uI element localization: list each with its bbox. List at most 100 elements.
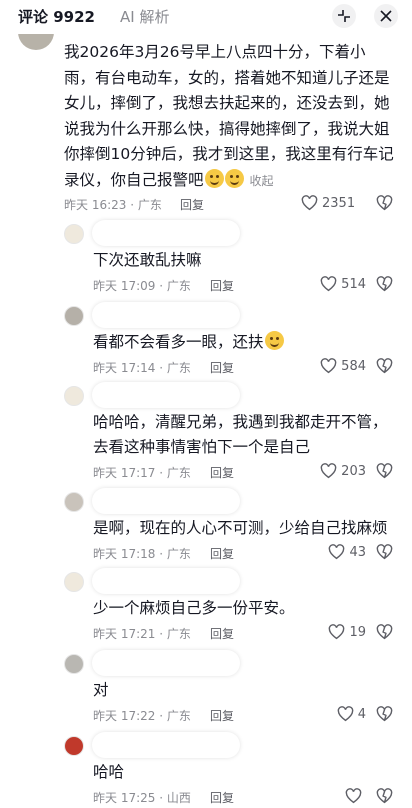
reply-button[interactable]: 回复 <box>210 707 234 724</box>
reply-text: 是啊，现在的人心不可测，少给自己找麻烦 <box>93 516 398 541</box>
emoji-icon <box>264 331 284 350</box>
reply-button[interactable]: 回复 <box>210 545 234 562</box>
dislike-heart-icon <box>376 463 393 479</box>
like-button[interactable]: 43 <box>328 544 366 560</box>
avatar[interactable] <box>64 386 84 406</box>
like-button[interactable]: 19 <box>328 624 366 640</box>
dislike-heart-icon <box>376 358 393 374</box>
reply-button[interactable]: 回复 <box>210 625 234 642</box>
heart-icon <box>337 706 354 722</box>
reply-meta: 昨天 17:18 · 广东 回复 <box>93 545 293 563</box>
reply-time: 昨天 17:09 · 广东 <box>93 279 191 293</box>
username-bubble[interactable] <box>92 650 240 676</box>
reply-text: 对 <box>93 678 398 703</box>
like-count: 203 <box>341 463 366 479</box>
like-count: 2351 <box>322 195 356 211</box>
reply-body: 对 <box>93 681 109 699</box>
like-button[interactable]: 584 <box>320 358 366 374</box>
avatar[interactable] <box>64 654 84 674</box>
avatar[interactable] <box>64 492 84 512</box>
username-bubble[interactable] <box>92 488 240 514</box>
like-button[interactable]: 4 <box>337 706 366 722</box>
like-button[interactable]: 203 <box>320 463 366 479</box>
dislike-heart-icon <box>376 544 393 560</box>
heart-icon <box>329 544 345 560</box>
dislike-button[interactable] <box>376 195 393 215</box>
reply-time: 昨天 17:17 · 广东 <box>93 466 191 480</box>
avatar[interactable] <box>64 736 84 756</box>
reply-text: 看都不会看多一眼，还扶 <box>93 330 398 355</box>
like-button[interactable]: 2351 <box>301 195 355 211</box>
username-bubble[interactable] <box>92 302 240 328</box>
reply-body: 少一个麻烦自己多一份平安。 <box>93 599 295 617</box>
dislike-button[interactable] <box>376 624 393 644</box>
reply-body: 下次还敢乱扶嘛 <box>93 251 202 269</box>
collapse-icon <box>338 10 350 22</box>
like-button[interactable] <box>345 788 366 804</box>
reply-meta: 昨天 17:09 · 广东 回复 <box>93 277 293 295</box>
like-count: 43 <box>349 544 366 560</box>
reply-text: 下次还敢乱扶嘛 <box>93 248 398 273</box>
tab-comments[interactable]: 评论 9922 <box>18 6 95 27</box>
reply-body: 看都不会看多一眼，还扶 <box>93 333 264 351</box>
heart-icon <box>320 463 337 479</box>
username-bubble[interactable] <box>92 568 240 594</box>
reply-button[interactable]: 回复 <box>210 464 234 481</box>
like-count: 4 <box>357 706 366 722</box>
reply-text: 哈哈哈，清醒兄弟，我遇到我都走开不管，去看这种事情害怕下一个是自己 <box>93 410 398 460</box>
reply-meta: 昨天 17:25 · 山西 回复 <box>93 789 293 807</box>
emoji-icon <box>224 168 244 188</box>
like-count: 19 <box>349 624 366 640</box>
reply-button[interactable]: 回复 <box>210 277 234 294</box>
reply-body: 哈哈哈，清醒兄弟，我遇到我都走开不管，去看这种事情害怕下一个是自己 <box>93 413 388 456</box>
reply-button[interactable]: 回复 <box>210 359 234 376</box>
avatar[interactable] <box>64 224 84 244</box>
comment-panel-header: 评论 9922 AI 解析 <box>0 0 412 34</box>
fold-link[interactable]: 收起 <box>250 174 274 188</box>
username-bubble[interactable] <box>92 220 240 246</box>
dislike-button[interactable] <box>376 544 393 564</box>
reply-button[interactable]: 回复 <box>210 789 234 806</box>
dislike-button[interactable] <box>376 463 393 483</box>
heart-icon <box>320 276 337 292</box>
tab-ai-analysis[interactable]: AI 解析 <box>120 6 169 27</box>
reply-meta: 昨天 17:14 · 广东 回复 <box>93 359 293 377</box>
username-bubble[interactable] <box>92 732 240 758</box>
like-count: 584 <box>341 358 366 374</box>
dislike-heart-icon <box>376 706 393 722</box>
reply-time: 昨天 17:25 · 山西 <box>93 791 191 805</box>
comment-time: 昨天 16:23 · 广东 <box>64 198 162 212</box>
emoji-icon <box>204 168 224 188</box>
reply-time: 昨天 17:18 · 广东 <box>93 547 191 561</box>
like-count: 514 <box>341 276 366 292</box>
dislike-button[interactable] <box>376 788 393 808</box>
like-button[interactable]: 514 <box>320 276 366 292</box>
heart-icon <box>301 195 318 211</box>
reply-body: 哈哈 <box>93 763 125 781</box>
reply-meta: 昨天 17:22 · 广东 回复 <box>93 707 293 725</box>
heart-icon <box>329 624 345 640</box>
dislike-button[interactable] <box>376 276 393 296</box>
reply-time: 昨天 17:22 · 广东 <box>93 709 191 723</box>
username-bubble[interactable] <box>92 382 240 408</box>
reply-meta: 昨天 17:21 · 广东 回复 <box>93 625 293 643</box>
avatar[interactable] <box>64 306 84 326</box>
reply-time: 昨天 17:14 · 广东 <box>93 361 191 375</box>
close-icon <box>380 10 392 22</box>
dislike-heart-icon <box>376 276 393 292</box>
reply-button[interactable]: 回复 <box>180 196 204 213</box>
heart-icon <box>320 358 337 374</box>
reply-body: 是啊，现在的人心不可测，少给自己找麻烦 <box>93 519 388 537</box>
dislike-button[interactable] <box>376 706 393 726</box>
dislike-heart-icon <box>376 624 393 640</box>
dislike-heart-icon <box>376 788 393 804</box>
comment-body: 我2026年3月26号早上八点四十分，下着小雨，有台电动车，女的，搭着她不知道儿… <box>64 43 394 189</box>
collapse-button[interactable] <box>332 4 356 28</box>
comment-text: 我2026年3月26号早上八点四十分，下着小雨，有台电动车，女的，搭着她不知道儿… <box>64 40 394 194</box>
reply-time: 昨天 17:21 · 广东 <box>93 627 191 641</box>
close-button[interactable] <box>374 4 398 28</box>
heart-icon <box>345 788 362 804</box>
avatar[interactable] <box>64 572 84 592</box>
dislike-button[interactable] <box>376 358 393 378</box>
reply-meta: 昨天 17:17 · 广东 回复 <box>93 464 293 482</box>
